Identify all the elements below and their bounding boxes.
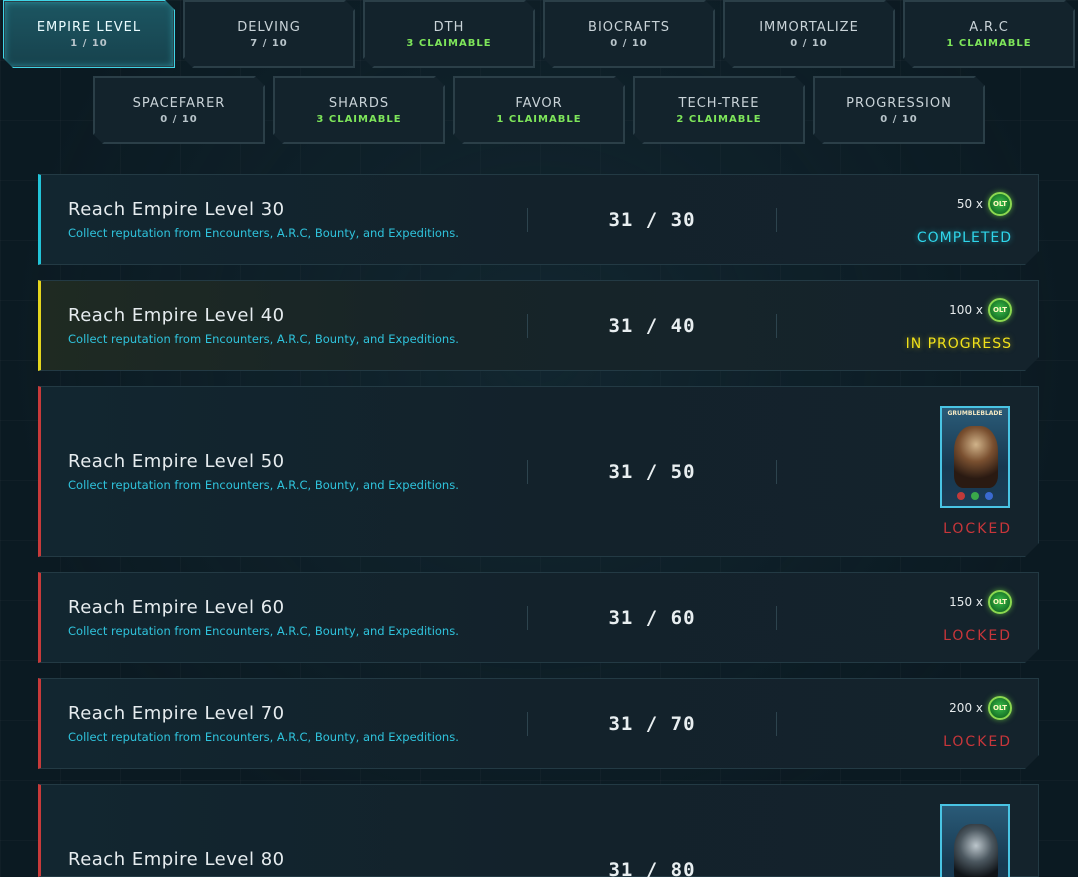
- tab-progression[interactable]: PROGRESSION 0 / 10: [813, 76, 985, 144]
- tab-empire-level[interactable]: EMPIRE LEVEL 1 / 10: [3, 0, 175, 68]
- tab-claimable-count: 1 CLAIMABLE: [496, 113, 582, 125]
- card-gems: [942, 492, 1008, 500]
- reward-card-image[interactable]: [940, 804, 1010, 877]
- card-portrait: [954, 824, 998, 877]
- olt-coin-icon: OLT: [988, 192, 1012, 216]
- divider: [776, 460, 777, 484]
- olt-coin-icon: OLT: [988, 696, 1012, 720]
- olt-coin-icon: OLT: [988, 590, 1012, 614]
- quest-progress: 31 / 30: [608, 209, 696, 231]
- tab-claimable-count: 3 CLAIMABLE: [406, 37, 492, 49]
- quest-progress: 31 / 60: [608, 607, 696, 629]
- quest-description: Collect reputation from Encounters, A.R.…: [68, 730, 459, 744]
- status-in-progress: IN PROGRESS: [905, 336, 1012, 352]
- tab-tech-tree[interactable]: TECH-TREE 2 CLAIMABLE: [633, 76, 805, 144]
- tab-spacefarer[interactable]: SPACEFARER 0 / 10: [93, 76, 265, 144]
- tab-count: 0 / 10: [610, 37, 648, 49]
- tab-label: SPACEFARER: [132, 95, 226, 111]
- quest-row[interactable]: Reach Empire Level 30 Collect reputation…: [38, 174, 1039, 265]
- quest-progress: 31 / 40: [608, 315, 696, 337]
- quest-title: Reach Empire Level 50: [68, 451, 285, 472]
- reward: 50 x OLT: [957, 192, 1012, 216]
- quest-progress: 31 / 70: [608, 713, 696, 735]
- tab-count: 7 / 10: [250, 37, 288, 49]
- reward: 200 x OLT: [949, 696, 1012, 720]
- divider: [776, 208, 777, 232]
- card-name: GRUMBLEBLADE: [947, 410, 1003, 417]
- divider: [776, 712, 777, 736]
- tab-label: BIOCRAFTS: [588, 19, 670, 35]
- tab-label: IMMORTALIZE: [759, 19, 859, 35]
- tab-claimable-count: 3 CLAIMABLE: [316, 113, 402, 125]
- tab-label: DELVING: [237, 19, 301, 35]
- divider: [776, 314, 777, 338]
- tab-label: FAVOR: [515, 95, 563, 111]
- tab-immortalize[interactable]: IMMORTALIZE 0 / 10: [723, 0, 895, 68]
- quest-description: Collect reputation from Encounters, A.R.…: [68, 332, 459, 346]
- reward-amount: 100 x: [949, 303, 983, 317]
- olt-coin-icon: OLT: [988, 298, 1012, 322]
- tab-claimable-count: 1 CLAIMABLE: [946, 37, 1032, 49]
- reward: 150 x OLT: [949, 590, 1012, 614]
- quest-row[interactable]: Reach Empire Level 60 Collect reputation…: [38, 572, 1039, 663]
- quest-description: Collect reputation from Encounters, A.R.…: [68, 624, 459, 638]
- tab-claimable-count: 2 CLAIMABLE: [676, 113, 762, 125]
- tab-count: 0 / 10: [790, 37, 828, 49]
- tab-label: PROGRESSION: [846, 95, 952, 111]
- quest-title: Reach Empire Level 70: [68, 703, 285, 724]
- tab-favor[interactable]: FAVOR 1 CLAIMABLE: [453, 76, 625, 144]
- quest-title: Reach Empire Level 60: [68, 597, 285, 618]
- quest-description: Collect reputation from Encounters, A.R.…: [68, 478, 459, 492]
- category-tabs-row-2: SPACEFARER 0 / 10 SHARDS 3 CLAIMABLE FAV…: [93, 76, 985, 144]
- reward: 100 x OLT: [949, 298, 1012, 322]
- quest-progress: 31 / 50: [608, 461, 696, 483]
- status-completed: COMPLETED: [916, 230, 1012, 246]
- quest-row[interactable]: Reach Empire Level 50 Collect reputation…: [38, 386, 1039, 557]
- status-locked: LOCKED: [943, 734, 1012, 750]
- divider: [776, 606, 777, 630]
- reward-amount: 50 x: [956, 197, 983, 211]
- tab-label: A.R.C: [969, 19, 1009, 35]
- quest-row[interactable]: Reach Empire Level 80 31 / 80: [38, 784, 1039, 877]
- tab-count: 1 / 10: [70, 37, 108, 49]
- tab-label: SHARDS: [328, 95, 390, 111]
- category-tabs-row-1: EMPIRE LEVEL 1 / 10 DELVING 7 / 10 DTH 3…: [3, 0, 1075, 68]
- status-locked: LOCKED: [943, 521, 1012, 537]
- tab-label: DTH: [433, 19, 465, 35]
- quest-row[interactable]: Reach Empire Level 40 Collect reputation…: [38, 280, 1039, 371]
- tab-label: EMPIRE LEVEL: [36, 19, 142, 35]
- quest-title: Reach Empire Level 80: [68, 849, 285, 870]
- tab-dth[interactable]: DTH 3 CLAIMABLE: [363, 0, 535, 68]
- quest-description: Collect reputation from Encounters, A.R.…: [68, 226, 459, 240]
- tab-count: 0 / 10: [880, 113, 918, 125]
- quest-title: Reach Empire Level 30: [68, 199, 285, 220]
- tab-shards[interactable]: SHARDS 3 CLAIMABLE: [273, 76, 445, 144]
- quest-progress: 31 / 80: [608, 859, 696, 877]
- quest-row[interactable]: Reach Empire Level 70 Collect reputation…: [38, 678, 1039, 769]
- reward-amount: 150 x: [949, 595, 983, 609]
- reward-amount: 200 x: [949, 701, 983, 715]
- card-portrait: [954, 426, 998, 488]
- tab-label: TECH-TREE: [678, 95, 760, 111]
- reward-card-image[interactable]: GRUMBLEBLADE: [940, 406, 1010, 508]
- tab-delving[interactable]: DELVING 7 / 10: [183, 0, 355, 68]
- tab-arc[interactable]: A.R.C 1 CLAIMABLE: [903, 0, 1075, 68]
- tab-biocrafts[interactable]: BIOCRAFTS 0 / 10: [543, 0, 715, 68]
- tab-count: 0 / 10: [160, 113, 198, 125]
- status-locked: LOCKED: [943, 628, 1012, 644]
- quest-title: Reach Empire Level 40: [68, 305, 285, 326]
